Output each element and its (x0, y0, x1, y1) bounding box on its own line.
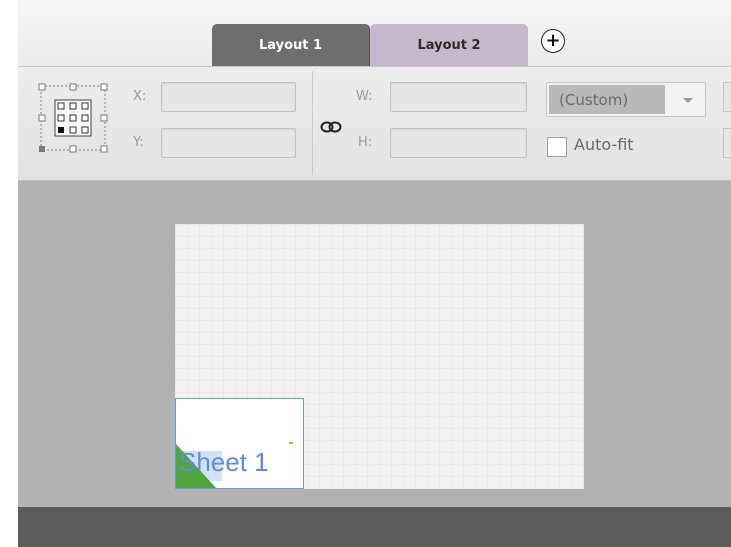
tab-layout-1-label: Layout 1 (258, 37, 323, 53)
offscreen-field-top[interactable] (723, 82, 731, 112)
plus-circle-icon: + (545, 30, 561, 51)
position-size-toolbar: X: Y: W: H: (Custom) Auto-fit (18, 67, 731, 181)
add-tab-button[interactable]: + (541, 29, 565, 53)
size-preset-value: (Custom) (549, 85, 665, 114)
layout-canvas[interactable]: Sheet 1 (18, 181, 731, 507)
chevron-down-icon (683, 98, 693, 103)
autofit-label: Auto-fit (574, 135, 634, 154)
sheet-tile-label: Sheet 1 (179, 447, 269, 477)
anchor-point-grid-icon[interactable] (38, 83, 108, 153)
sheet-tile-marker (289, 442, 293, 444)
offscreen-field-bottom[interactable] (723, 128, 731, 158)
x-field[interactable] (161, 82, 296, 112)
sheet-tile[interactable]: Sheet 1 (175, 398, 304, 489)
w-label: W: (356, 89, 373, 104)
autofit-checkbox[interactable] (547, 137, 567, 157)
h-field[interactable] (390, 128, 527, 158)
layout-page[interactable]: Sheet 1 (175, 224, 584, 489)
tab-layout-1[interactable]: Layout 1 (212, 24, 370, 66)
y-label: Y: (133, 135, 144, 150)
w-field[interactable] (390, 82, 527, 112)
x-label: X: (133, 89, 147, 104)
tab-layout-2-label: Layout 2 (417, 37, 481, 53)
y-field[interactable] (161, 128, 296, 158)
layout-tab-bar: Layout 1 Layout 2 + (18, 0, 731, 67)
toolbar-separator (312, 71, 313, 175)
size-preset-dropdown[interactable]: (Custom) (546, 82, 706, 117)
app-window: Layout 1 Layout 2 + X: Y: W: H: (Custom)… (18, 0, 731, 547)
h-label: H: (358, 135, 373, 150)
link-proportions-icon[interactable] (320, 120, 342, 134)
tab-layout-2[interactable]: Layout 2 (370, 24, 528, 66)
status-bar (18, 507, 731, 547)
